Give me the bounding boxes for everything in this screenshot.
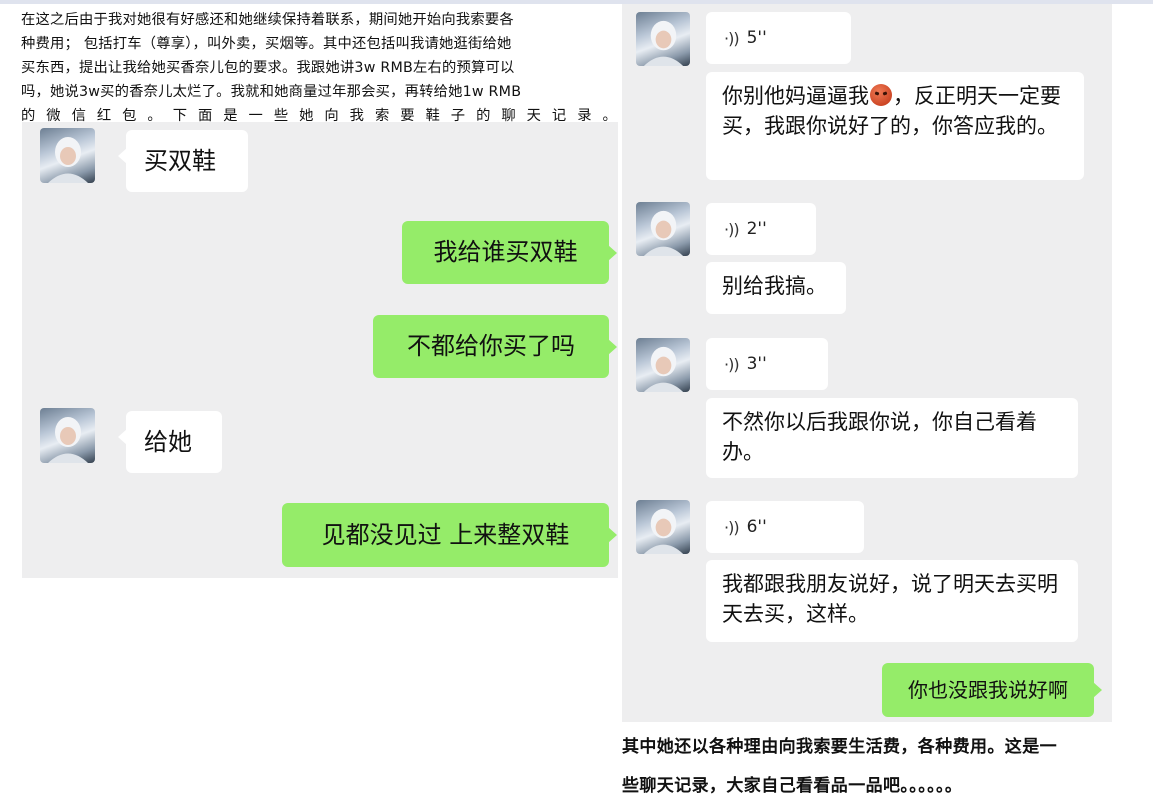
- message-text: 见都没见过 上来整双鞋: [321, 520, 570, 549]
- message-text: 你别他妈逼逼我: [722, 84, 869, 108]
- message-text: 别给我搞。: [722, 274, 827, 298]
- message-bubble-incoming[interactable]: 你别他妈逼逼我 ，反正明天一定要买，我跟你说好了的，你答应我的。: [706, 72, 1084, 180]
- caption-line: 其中她还以各种理由向我索要生活费，各种费用。这是一: [622, 737, 1057, 757]
- message-text: 不都给你买了吗: [407, 332, 575, 360]
- voice-duration: 2'': [746, 219, 767, 239]
- intro-paragraph: 在这之后由于我对她很有好感还和她继续保持着联系，期间她开始向我索要各 种费用； …: [21, 8, 617, 128]
- intro-line: 在这之后由于我对她很有好感还和她继续保持着联系，期间她开始向我索要各: [21, 12, 514, 28]
- voice-wave-icon: ·)): [724, 28, 740, 48]
- voice-duration: 6'': [746, 517, 767, 537]
- message-bubble-outgoing[interactable]: 见都没见过 上来整双鞋: [282, 503, 617, 567]
- caption-line: 些聊天记录，大家自己看看品一品吧。。。。。。: [622, 776, 963, 796]
- message-bubble-incoming[interactable]: 不然你以后我跟你说，你自己看着办。: [706, 398, 1078, 478]
- message-text: 买双鞋: [144, 146, 216, 175]
- bottom-caption: 其中她还以各种理由向我索要生活费，各种费用。这是一 些聊天记录，大家自己看看品一…: [622, 728, 1122, 806]
- contact-avatar[interactable]: [636, 500, 690, 554]
- message-text: 我都跟我朋友说好，说了明天去买明天去买，这样。: [722, 572, 1058, 626]
- message-bubble-incoming[interactable]: 我都跟我朋友说好，说了明天去买明天去买，这样。: [706, 560, 1078, 642]
- message-text: 你也没跟我说好啊: [908, 677, 1068, 702]
- intro-line: 买东西，提出让我给她买香奈儿包的要求。我跟她讲3w RMB左右的预算可以: [21, 60, 515, 76]
- message-text: 不然你以后我跟你说，你自己看着办。: [722, 410, 1037, 464]
- contact-avatar[interactable]: [40, 408, 95, 463]
- voice-wave-icon: ·)): [724, 219, 740, 239]
- left-chat-panel: 买双鞋 我给谁买双鞋 不都给你买了吗 给她 见都没见过 上来整双鞋: [22, 122, 618, 578]
- contact-avatar[interactable]: [636, 202, 690, 256]
- angry-face-emoji-icon: [870, 84, 892, 106]
- voice-duration: 3'': [746, 354, 767, 374]
- voice-wave-icon: ·)): [724, 517, 740, 537]
- message-bubble-outgoing[interactable]: 我给谁买双鞋: [402, 221, 617, 284]
- intro-line: 吗，她说3w买的香奈儿太烂了。我就和她商量过年那会买，再转给她1w RMB: [21, 84, 522, 100]
- message-text: 我给谁买双鞋: [433, 238, 578, 266]
- contact-avatar[interactable]: [40, 128, 95, 183]
- voice-message[interactable]: ·)) 6'': [706, 501, 864, 553]
- voice-message[interactable]: ·)) 3'': [706, 338, 828, 390]
- contact-avatar[interactable]: [636, 338, 690, 392]
- message-text: 给她: [144, 427, 192, 456]
- voice-message[interactable]: ·)) 5'': [706, 12, 851, 64]
- voice-message[interactable]: ·)) 2'': [706, 203, 816, 255]
- message-bubble-incoming[interactable]: 给她: [118, 411, 222, 473]
- message-bubble-outgoing[interactable]: 不都给你买了吗: [373, 315, 617, 378]
- message-bubble-incoming[interactable]: 买双鞋: [118, 130, 248, 192]
- message-bubble-incoming[interactable]: 别给我搞。: [706, 262, 846, 314]
- contact-avatar[interactable]: [636, 12, 690, 66]
- voice-duration: 5'': [746, 28, 767, 48]
- right-chat-panel: ·)) 5'' 你别他妈逼逼我 ，反正明天一定要买，我跟你说好了的，你答应我的。 …: [622, 4, 1112, 722]
- voice-wave-icon: ·)): [724, 354, 740, 374]
- intro-line: 种费用； 包括打车（尊享），叫外卖，买烟等。其中还包括叫我请她逛街给她: [21, 36, 512, 52]
- message-bubble-outgoing[interactable]: 你也没跟我说好啊: [882, 663, 1102, 717]
